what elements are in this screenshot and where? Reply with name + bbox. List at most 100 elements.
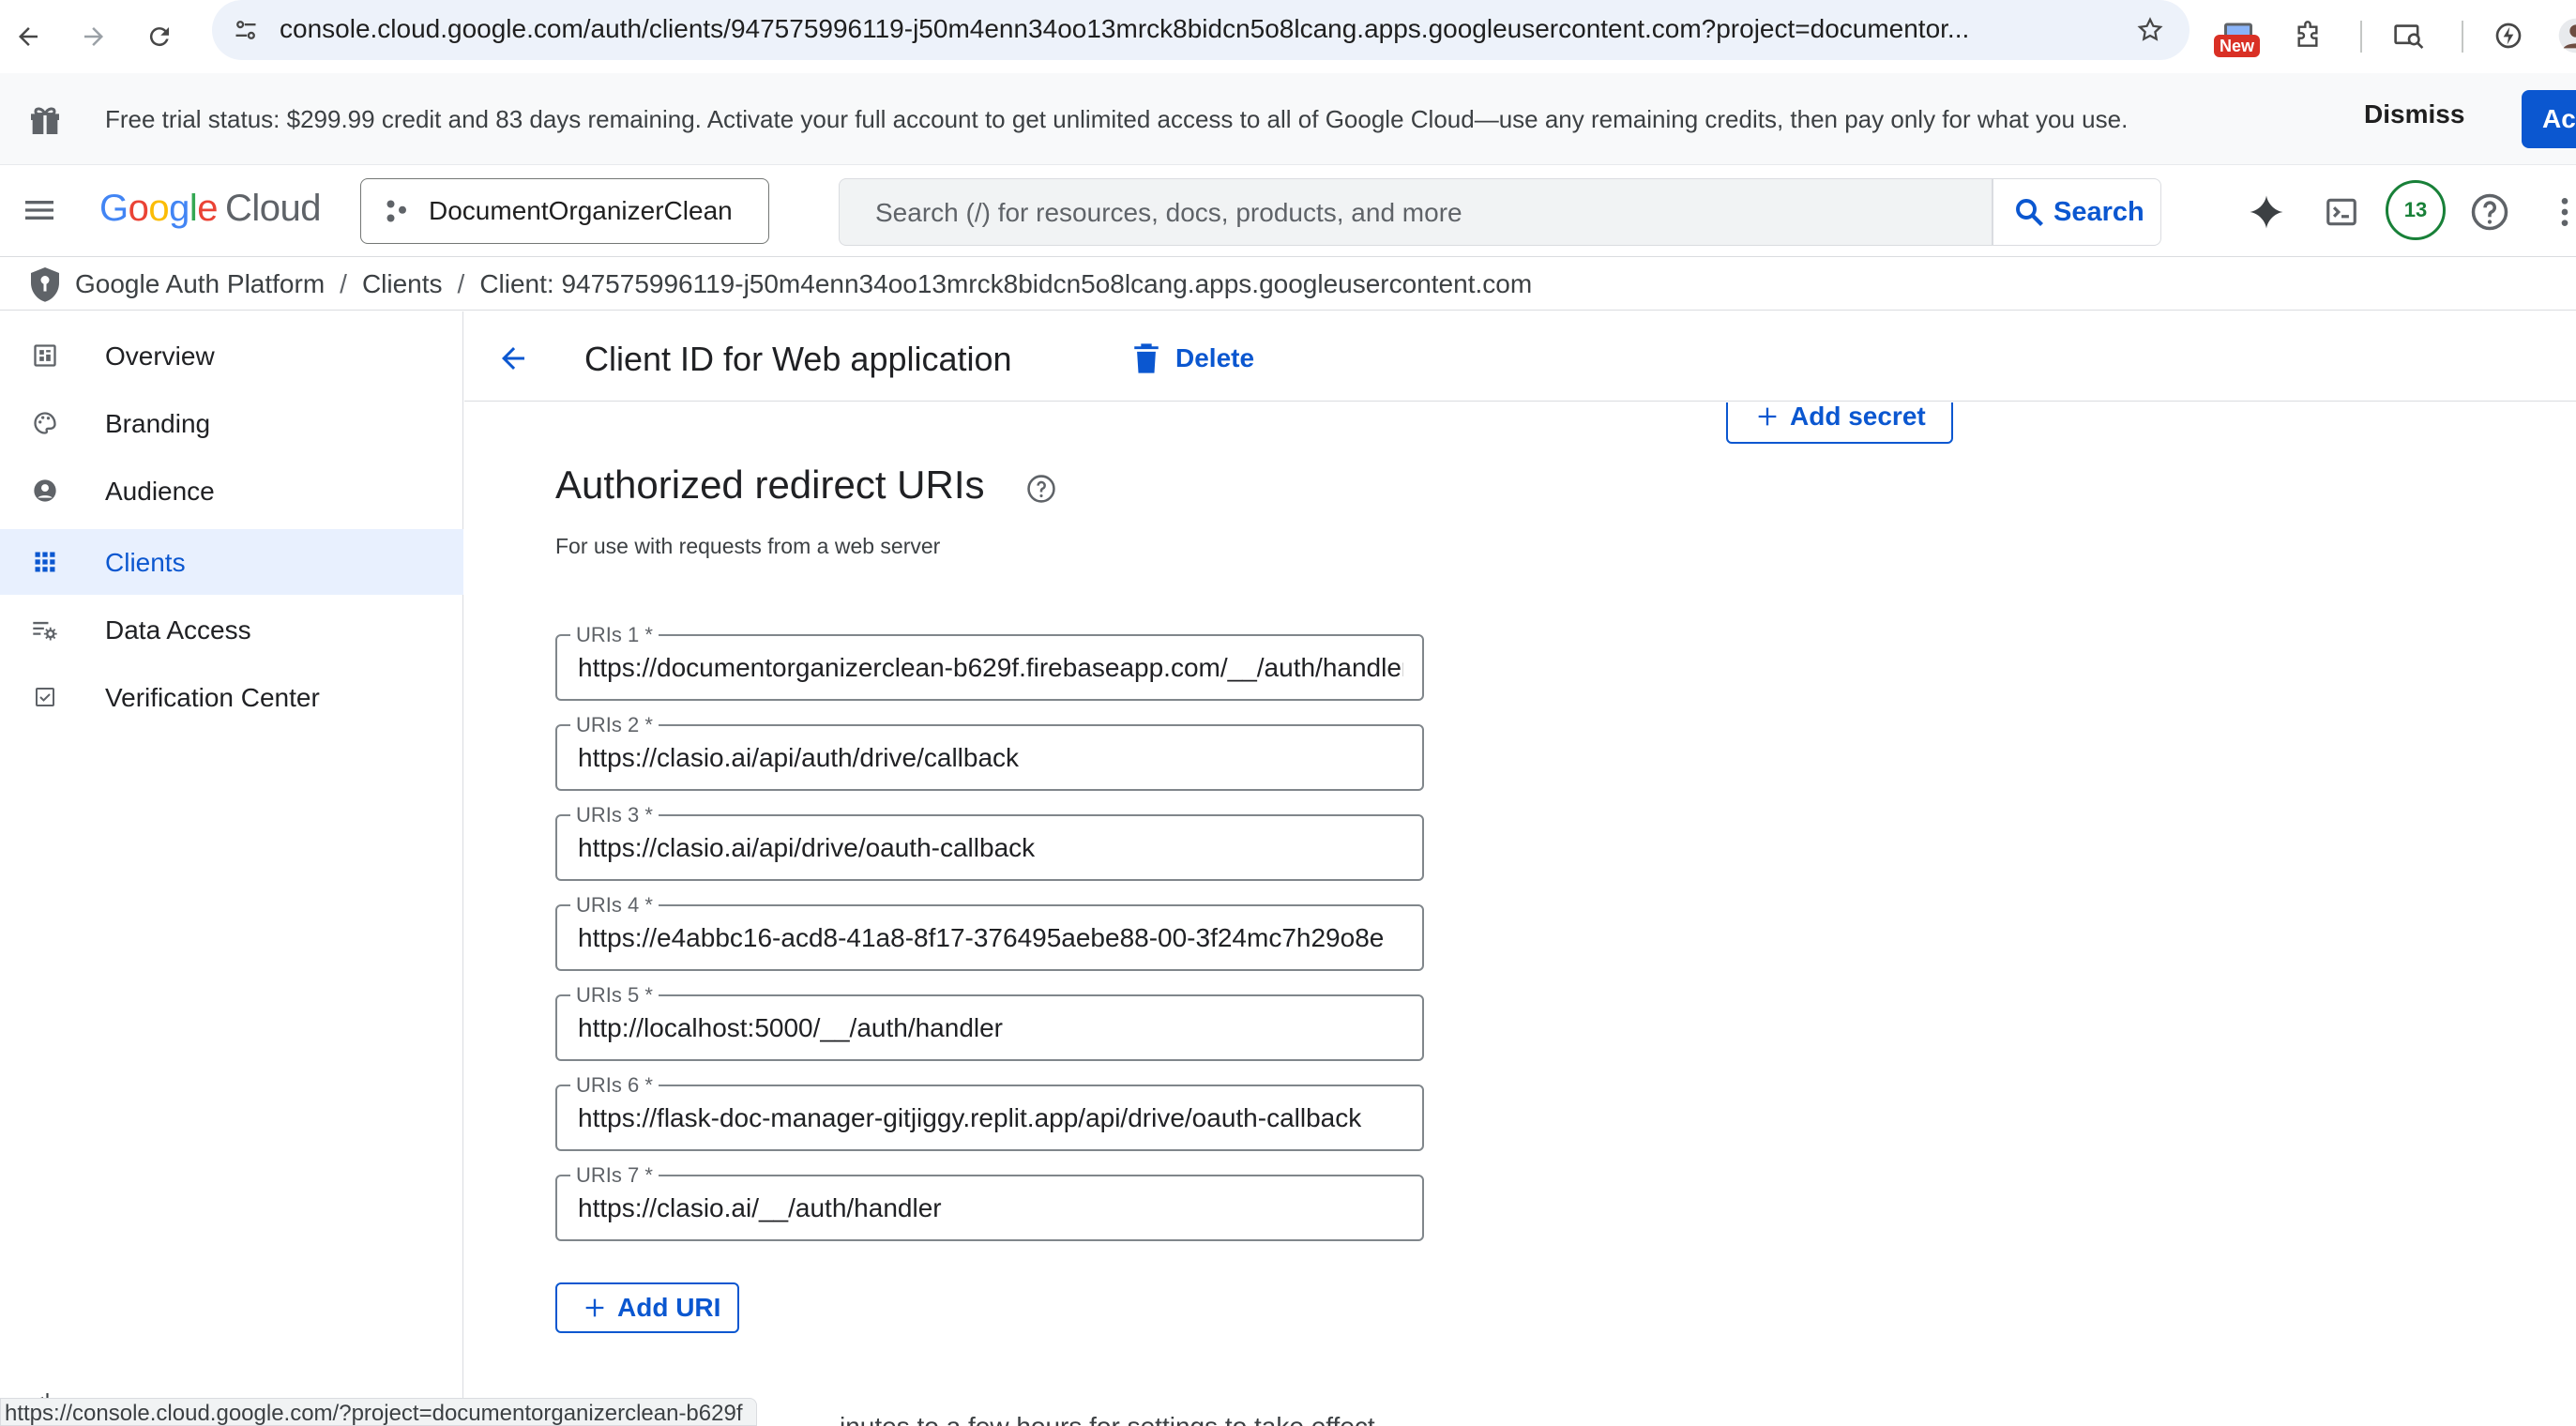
uri-field-4[interactable]: URIs 4 * https://e4abbc16-acd8-41a8-8f17…	[555, 893, 1424, 971]
site-settings-icon[interactable]	[227, 11, 265, 49]
search-icon	[2016, 199, 2043, 226]
account-circle-icon	[30, 476, 60, 506]
settings-note-text: inutes to a few hours for settings to ta…	[840, 1412, 1375, 1426]
sidebar: Overview Branding Audience Clients Data …	[0, 311, 463, 1426]
uri-field-value[interactable]: https://documentorganizerclean-b629f.fir…	[578, 653, 1403, 683]
browser-forward-icon[interactable]	[68, 10, 120, 63]
uri-field-value[interactable]: https://clasio.ai/__/auth/handler	[578, 1193, 1403, 1223]
dashboard-icon	[30, 341, 60, 371]
sidebar-item-label: Branding	[105, 409, 211, 438]
browser-back-icon[interactable]	[2, 10, 54, 63]
plus-icon	[585, 1298, 604, 1317]
uri-field-2[interactable]: URIs 2 * https://clasio.ai/api/auth/driv…	[555, 713, 1424, 791]
activate-button[interactable]: Ac	[2522, 90, 2576, 148]
data-settings-icon	[30, 614, 60, 645]
gift-icon	[26, 101, 64, 139]
cloud-shell-terminal-icon[interactable]	[2313, 184, 2370, 240]
sidebar-item-overview[interactable]: Overview	[0, 323, 463, 388]
search-input[interactable]: Search (/) for resources, docs, products…	[839, 178, 1993, 246]
browser-reload-icon[interactable]	[133, 10, 186, 63]
breadcrumb-clients[interactable]: Clients	[362, 269, 443, 299]
page-title: Client ID for Web application	[584, 340, 1012, 378]
tab-search-icon[interactable]	[2383, 9, 2435, 62]
checkbox-icon	[30, 682, 60, 712]
dismiss-button[interactable]: Dismiss	[2364, 99, 2464, 129]
delete-label: Delete	[1175, 343, 1255, 372]
bookmark-star-icon[interactable]	[2131, 11, 2169, 49]
sidebar-item-branding[interactable]: Branding	[0, 390, 463, 456]
browser-toolbar: console.cloud.google.com/auth/clients/94…	[0, 0, 2576, 73]
uri-field-label: URIs 7 *	[570, 1163, 659, 1188]
uri-field-label: URIs 4 *	[570, 893, 659, 918]
uri-field-value[interactable]: https://flask-doc-manager-gitjiggy.repli…	[578, 1103, 1403, 1133]
performance-icon[interactable]	[2482, 9, 2535, 62]
uri-field-value[interactable]: http://localhost:5000/__/auth/handler	[578, 1013, 1403, 1043]
uri-field-5[interactable]: URIs 5 * http://localhost:5000/__/auth/h…	[555, 983, 1424, 1061]
logo-cloud-text: Cloud	[225, 188, 322, 229]
breadcrumb: Google Auth Platform / Clients / Client:…	[0, 258, 2576, 311]
search-button[interactable]: Search	[1993, 178, 2161, 246]
trash-icon	[1134, 343, 1159, 373]
section-title: Authorized redirect URIs	[555, 463, 985, 507]
apps-grid-icon	[30, 547, 60, 577]
sidebar-item-label: Data Access	[105, 615, 251, 645]
free-trial-banner: Free trial status: $299.99 credit and 83…	[0, 73, 2576, 165]
breadcrumb-current-client: Client: 947575996119-j50m4enn34oo13mrck8…	[479, 268, 1533, 298]
sidebar-item-label: Audience	[105, 477, 215, 506]
uri-field-value[interactable]: https://e4abbc16-acd8-41a8-8f17-376495ae…	[578, 923, 1403, 953]
help-icon[interactable]	[2462, 184, 2518, 240]
breadcrumb-auth-platform[interactable]: Google Auth Platform	[75, 269, 325, 299]
uri-field-label: URIs 5 *	[570, 983, 659, 1008]
toolbar-divider	[2462, 21, 2463, 53]
status-bar-link-preview: https://console.cloud.google.com/?projec…	[0, 1398, 757, 1426]
add-uri-button[interactable]: Add URI	[555, 1282, 739, 1333]
extensions-puzzle-icon[interactable]	[2281, 9, 2334, 62]
add-secret-button[interactable]: Add secret	[1726, 402, 1953, 444]
sidebar-item-verification-center[interactable]: Verification Center	[0, 664, 463, 730]
search-placeholder: Search (/) for resources, docs, products…	[875, 198, 1462, 227]
add-secret-label: Add secret	[1790, 402, 1926, 431]
hamburger-menu-icon[interactable]	[13, 184, 66, 236]
more-vert-icon[interactable]	[2537, 184, 2576, 240]
project-name: DocumentOrganizerClean	[429, 196, 733, 225]
url-text[interactable]: console.cloud.google.com/auth/clients/94…	[280, 14, 2109, 44]
uri-field-value[interactable]: https://clasio.ai/api/drive/oauth-callba…	[578, 833, 1403, 863]
breadcrumb-separator: /	[457, 268, 465, 298]
uri-field-6[interactable]: URIs 6 * https://flask-doc-manager-gitji…	[555, 1073, 1424, 1151]
sidebar-item-clients[interactable]: Clients	[0, 529, 463, 595]
google-cloud-logo[interactable]: Google Cloud	[99, 188, 322, 230]
breadcrumb-separator: /	[340, 268, 347, 298]
main-content: Add secret Authorized redirect URIs For …	[464, 402, 2576, 1426]
sidebar-item-label: Overview	[105, 341, 215, 371]
banner-message: Free trial status: $299.99 credit and 83…	[105, 105, 2129, 133]
gemini-sparkle-icon[interactable]	[2238, 184, 2295, 240]
search-button-label: Search	[2053, 196, 2144, 227]
section-subtitle: For use with requests from a web server	[555, 534, 941, 558]
uri-field-value[interactable]: https://clasio.ai/api/auth/drive/callbac…	[578, 743, 1403, 773]
sidebar-item-label: Verification Center	[105, 683, 320, 712]
help-circle-icon[interactable]	[1025, 473, 1057, 505]
add-uri-label: Add URI	[617, 1293, 721, 1322]
address-bar[interactable]: console.cloud.google.com/auth/clients/94…	[212, 0, 2190, 60]
uri-field-1[interactable]: URIs 1 * https://documentorganizerclean-…	[555, 623, 1424, 701]
palette-icon	[30, 408, 60, 438]
delete-button[interactable]: Delete	[1132, 332, 1254, 385]
uri-field-label: URIs 3 *	[570, 803, 659, 827]
project-picker[interactable]: DocumentOrganizerClean	[360, 178, 769, 244]
uri-field-label: URIs 1 *	[570, 623, 659, 647]
uri-field-label: URIs 6 *	[570, 1073, 659, 1098]
shield-icon	[28, 265, 62, 303]
plus-icon	[1758, 407, 1777, 426]
sidebar-item-label: Clients	[105, 548, 186, 577]
project-hierarchy-icon	[384, 197, 412, 225]
back-arrow-icon[interactable]	[487, 332, 539, 385]
sidebar-item-data-access[interactable]: Data Access	[0, 597, 463, 662]
profile-avatar[interactable]	[2550, 9, 2576, 62]
uri-field-3[interactable]: URIs 3 * https://clasio.ai/api/drive/oau…	[555, 803, 1424, 881]
sidebar-item-audience[interactable]: Audience	[0, 458, 463, 523]
uri-field-7[interactable]: URIs 7 * https://clasio.ai/__/auth/handl…	[555, 1163, 1424, 1241]
toolbar-divider	[2360, 21, 2362, 53]
new-badge: New	[2214, 35, 2261, 57]
console-header: Google Cloud DocumentOrganizerClean Searc…	[0, 165, 2576, 257]
notifications-count-badge[interactable]: 13	[2386, 180, 2446, 240]
